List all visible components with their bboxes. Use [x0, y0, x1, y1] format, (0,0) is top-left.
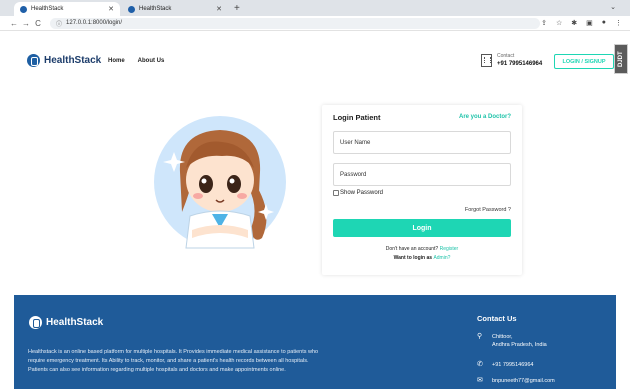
close-tab-icon[interactable]: ✕ [216, 5, 222, 13]
no-account-text: Don't have an account? [385, 246, 439, 252]
register-link[interactable]: Register [440, 246, 459, 252]
address-bar-row: ← → C ⓘ 127.0.0.1:8000/login/ ⇪ ☆ ✱ ▣ ● … [0, 16, 630, 31]
address-line1: Chittoor, [492, 334, 513, 340]
location-pin-icon: ⚲ [477, 333, 483, 340]
doctor-illustration [154, 116, 286, 249]
reload-button[interactable]: C [32, 19, 44, 28]
header-contact: Contact +91 7995146964 [481, 52, 542, 68]
doctor-login-link[interactable]: Are you a Doctor? [459, 114, 511, 120]
admin-prompt-text: Want to login as [393, 255, 433, 261]
main-nav: Home About Us [108, 58, 164, 64]
contact-text: Contact +91 7995146964 [497, 52, 542, 68]
password-input[interactable]: Password [333, 163, 511, 186]
tab-title: HealthStack [139, 6, 172, 12]
nav-about-link[interactable]: About Us [138, 58, 165, 64]
contact-label: Contact [497, 53, 515, 59]
side-panel-icon[interactable]: ▣ [586, 19, 593, 27]
healthstack-favicon-icon [128, 5, 135, 13]
footer-email-text[interactable]: bnpuneeth77@gmail.com [492, 377, 555, 385]
bookmark-star-icon[interactable]: ☆ [556, 19, 562, 27]
username-input[interactable]: User Name [333, 131, 511, 154]
building-icon [481, 53, 492, 67]
close-tab-icon[interactable]: ✕ [108, 5, 114, 13]
extensions-puzzle-icon[interactable]: ✱ [571, 19, 577, 27]
admin-login-link[interactable]: Admin? [433, 255, 450, 261]
footer-email: ✉ bnpuneeth77@gmail.com [477, 377, 555, 385]
healthstack-logo-icon [29, 316, 42, 329]
login-signup-button[interactable]: LOGIN / SIGNUP [554, 54, 614, 69]
show-password-label: Show Password [340, 190, 384, 196]
profile-avatar-icon[interactable]: ● [602, 19, 606, 27]
admin-prompt: Want to login as Admin? [322, 255, 522, 261]
browser-tab-active[interactable]: HealthStack ✕ [14, 2, 120, 16]
register-prompt: Don't have an account? Register [322, 246, 522, 252]
browser-menu-icon[interactable]: ⋮ [615, 19, 622, 27]
forward-button[interactable]: → [20, 19, 32, 28]
site-header: HealthStack Home About Us Contact +91 79… [0, 31, 630, 93]
show-password-toggle[interactable]: Show Password [333, 190, 383, 196]
toolbar-icons: ⇪ ☆ ✱ ▣ ● ⋮ [541, 19, 622, 27]
footer-phone: ✆ +91 7995146964 [477, 361, 533, 369]
url-field[interactable]: ⓘ 127.0.0.1:8000/login/ [50, 17, 540, 29]
footer-logo[interactable]: HealthStack [29, 316, 103, 329]
footer-brand-name: HealthStack [46, 317, 104, 328]
show-password-checkbox[interactable] [333, 190, 339, 196]
brand-logo[interactable]: HealthStack [27, 54, 101, 67]
browser-tab-bar: HealthStack ✕ HealthStack ✕ + ⌄ [0, 0, 630, 16]
footer-address: ⚲ Chittoor, Andhra Pradesh, India [477, 333, 547, 349]
login-card: Login Patient Are you a Doctor? User Nam… [322, 105, 522, 275]
tab-title: HealthStack [31, 6, 64, 12]
healthstack-favicon-icon [20, 5, 27, 13]
phone-icon: ✆ [477, 361, 483, 368]
site-footer: HealthStack Healthstack is an online bas… [14, 295, 616, 389]
mail-icon: ✉ [477, 377, 483, 384]
forgot-password-link[interactable]: Forgot Password ? [465, 207, 511, 213]
share-icon[interactable]: ⇪ [541, 19, 547, 27]
new-tab-button[interactable]: + [234, 2, 240, 16]
back-button[interactable]: ← [8, 19, 20, 28]
address-line2: Andhra Pradesh, India [492, 342, 547, 348]
url-text: 127.0.0.1:8000/login/ [66, 20, 123, 26]
address-text: Chittoor, Andhra Pradesh, India [492, 333, 547, 349]
footer-contact-title: Contact Us [477, 314, 517, 323]
login-title: Login Patient [333, 113, 381, 122]
brand-name: HealthStack [44, 55, 102, 66]
debug-toolbar-handle[interactable]: DJDT [614, 44, 628, 74]
login-button[interactable]: Login [333, 219, 511, 237]
healthstack-logo-icon [27, 54, 40, 67]
contact-phone: +91 7995146964 [497, 61, 543, 67]
footer-description: Healthstack is an online based platform … [28, 349, 319, 373]
browser-tab-inactive[interactable]: HealthStack ✕ [122, 2, 228, 16]
site-info-icon[interactable]: ⓘ [56, 19, 62, 28]
nav-home-link[interactable]: Home [108, 58, 125, 64]
footer-phone-text[interactable]: +91 7995146964 [492, 361, 533, 369]
tab-search-chevron-icon[interactable]: ⌄ [610, 3, 616, 11]
